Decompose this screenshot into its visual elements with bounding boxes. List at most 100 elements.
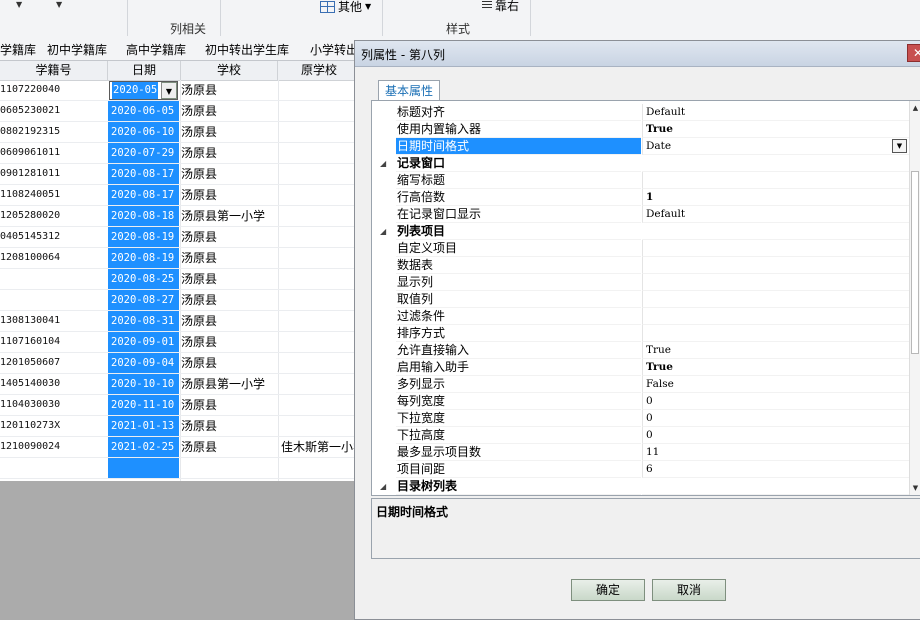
cell-school[interactable]: 汤原县第一小学 bbox=[181, 374, 277, 394]
cell-school[interactable]: 汤原县 bbox=[181, 248, 277, 268]
property-value[interactable] bbox=[642, 291, 909, 308]
table-row[interactable]: 0605230021 2020-06-05 汤原县 bbox=[0, 101, 360, 122]
cell-original-school[interactable] bbox=[281, 143, 360, 163]
collapse-icon[interactable]: ◢ bbox=[380, 223, 386, 240]
cell-original-school[interactable] bbox=[281, 206, 360, 226]
cell-original-school[interactable] bbox=[281, 248, 360, 268]
tab-junior-registry[interactable]: 初中学籍库 bbox=[47, 41, 107, 58]
cell-school[interactable]: 汤原县 bbox=[181, 290, 277, 310]
dialog-titlebar[interactable]: 列属性 - 第八列 ✕ bbox=[355, 41, 920, 67]
cell-original-school[interactable]: 佳木斯第一小学 bbox=[281, 437, 360, 457]
column-header-student-id[interactable]: 学籍号 bbox=[0, 61, 108, 80]
cell-student-id[interactable]: 1108240051 bbox=[0, 185, 108, 205]
property-row[interactable]: 过滤条件 bbox=[372, 308, 909, 325]
chevron-down-icon[interactable]: ▼ bbox=[892, 139, 907, 153]
date-cell-editor[interactable]: 2020-05 ▼ bbox=[109, 81, 178, 100]
property-row[interactable]: 取值列 bbox=[372, 291, 909, 308]
cell-original-school[interactable] bbox=[281, 164, 360, 184]
column-header-school[interactable]: 学校 bbox=[181, 61, 278, 80]
property-row[interactable]: 允许直接输入 True bbox=[372, 342, 909, 359]
tab-junior-transfer[interactable]: 初中转出学生库 bbox=[205, 41, 289, 58]
property-value[interactable]: 11 bbox=[642, 444, 909, 461]
property-row[interactable]: 下拉宽度 0 bbox=[372, 410, 909, 427]
cell-date[interactable]: 2020-08-25 bbox=[108, 269, 179, 289]
cell-date[interactable]: 2020-08-17 bbox=[108, 185, 179, 205]
ok-button[interactable]: 确定 bbox=[571, 579, 645, 601]
property-row[interactable]: 自定义项目 bbox=[372, 240, 909, 257]
column-header-original-school[interactable]: 原学校 bbox=[278, 61, 360, 80]
cell-date[interactable]: 2020-08-17 bbox=[108, 164, 179, 184]
cell-date[interactable]: 2020-08-18 bbox=[108, 206, 179, 226]
cell-school[interactable]: 汤原县 bbox=[181, 164, 277, 184]
table-row[interactable]: 1210090024 2021-02-25 汤原县 佳木斯第一小学 bbox=[0, 437, 360, 458]
cell-original-school[interactable] bbox=[281, 332, 360, 352]
cell-date[interactable]: 2020-08-31 bbox=[108, 311, 179, 331]
cell-original-school[interactable] bbox=[281, 185, 360, 205]
cell-date[interactable]: 2020-08-27 bbox=[108, 290, 179, 310]
vertical-scrollbar[interactable]: ▲ ▼ bbox=[909, 101, 920, 495]
cell-school[interactable]: 汤原县 bbox=[181, 395, 277, 415]
tab-primary-registry[interactable]: 学籍库 bbox=[0, 41, 36, 58]
property-value[interactable] bbox=[642, 257, 909, 274]
cell-school[interactable]: 汤原县 bbox=[181, 101, 277, 121]
cell-date[interactable]: 2020-06-05 bbox=[108, 101, 179, 121]
table-row[interactable]: 0405145312 2020-08-19 汤原县 bbox=[0, 227, 360, 248]
property-category[interactable]: ◢ 列表项目 bbox=[372, 223, 909, 240]
table-row[interactable]: 1108240051 2020-08-17 汤原县 bbox=[0, 185, 360, 206]
property-row[interactable]: 行高倍数 1 bbox=[372, 189, 909, 206]
cell-student-id[interactable]: 1107160104 bbox=[0, 332, 108, 352]
table-row[interactable]: 2020-08-27 汤原县 bbox=[0, 290, 360, 311]
cell-original-school[interactable] bbox=[281, 101, 360, 121]
cell-original-school[interactable] bbox=[281, 227, 360, 247]
cell-date[interactable]: 2020-11-10 bbox=[108, 395, 179, 415]
cell-date[interactable]: 2020-10-10 bbox=[108, 374, 179, 394]
cell-date[interactable]: 2020-07-29 bbox=[108, 143, 179, 163]
cell-student-id[interactable]: 1107220040 bbox=[0, 80, 108, 100]
date-editor-value[interactable]: 2020-05 bbox=[112, 82, 159, 99]
cell-student-id[interactable] bbox=[0, 290, 108, 310]
property-value[interactable]: True bbox=[642, 121, 909, 138]
scroll-up-icon[interactable]: ▲ bbox=[910, 103, 920, 113]
cell-original-school[interactable] bbox=[281, 290, 360, 310]
property-value[interactable]: 0 bbox=[642, 410, 909, 427]
property-row[interactable]: 在记录窗口显示 Default bbox=[372, 206, 909, 223]
property-value[interactable]: False bbox=[642, 376, 909, 393]
cell-student-id[interactable]: 1210090024 bbox=[0, 437, 108, 457]
property-value[interactable]: 0 bbox=[642, 427, 909, 444]
cell-original-school[interactable] bbox=[281, 395, 360, 415]
cell-school[interactable]: 汤原县 bbox=[181, 227, 277, 247]
cell-student-id[interactable]: 120110273X bbox=[0, 416, 108, 436]
cell-date[interactable]: 2020-06-10 bbox=[108, 122, 179, 142]
property-row[interactable]: 缩写标题 bbox=[372, 172, 909, 189]
scrollbar-thumb[interactable] bbox=[911, 171, 919, 354]
property-row[interactable]: 下拉高度 0 bbox=[372, 427, 909, 444]
chevron-down-icon[interactable]: ▼ bbox=[16, 0, 22, 9]
cell-school[interactable]: 汤原县 bbox=[181, 416, 277, 436]
table-row[interactable]: 1308130041 2020-08-31 汤原县 bbox=[0, 311, 360, 332]
property-row[interactable]: 排序方式 bbox=[372, 325, 909, 342]
cell-original-school[interactable] bbox=[281, 269, 360, 289]
cell-student-id[interactable] bbox=[0, 269, 108, 289]
cell-student-id[interactable]: 1104030030 bbox=[0, 395, 108, 415]
align-right-button[interactable]: 靠右 bbox=[482, 0, 519, 14]
collapse-icon[interactable]: ◢ bbox=[380, 478, 386, 495]
property-row[interactable]: 日期时间格式 Date ▼ bbox=[372, 138, 909, 155]
other-button[interactable]: 其他 ▼ bbox=[320, 0, 371, 15]
column-header-date[interactable]: 日期 bbox=[108, 61, 181, 80]
table-row[interactable]: 1208100064 2020-08-19 汤原县 bbox=[0, 248, 360, 269]
property-value[interactable] bbox=[642, 172, 909, 189]
close-icon[interactable]: ✕ bbox=[907, 44, 920, 62]
cell-student-id[interactable]: 1405140030 bbox=[0, 374, 108, 394]
property-row[interactable]: 启用输入助手 True bbox=[372, 359, 909, 376]
cell-school[interactable]: 汤原县 bbox=[181, 185, 277, 205]
property-row[interactable]: 数据表 bbox=[372, 257, 909, 274]
cell-school[interactable]: 汤原县 bbox=[181, 353, 277, 373]
cell-original-school[interactable] bbox=[281, 311, 360, 331]
cell-school[interactable]: 汤原县 bbox=[181, 143, 277, 163]
property-row[interactable]: 标题对齐 Default bbox=[372, 104, 909, 121]
cell-school[interactable]: 汤原县第一小学 bbox=[181, 206, 277, 226]
tab-basic-properties[interactable]: 基本属性 bbox=[378, 80, 441, 101]
cell-original-school[interactable] bbox=[281, 80, 360, 100]
cell-student-id[interactable]: 0802192315 bbox=[0, 122, 108, 142]
property-value[interactable] bbox=[642, 325, 909, 342]
